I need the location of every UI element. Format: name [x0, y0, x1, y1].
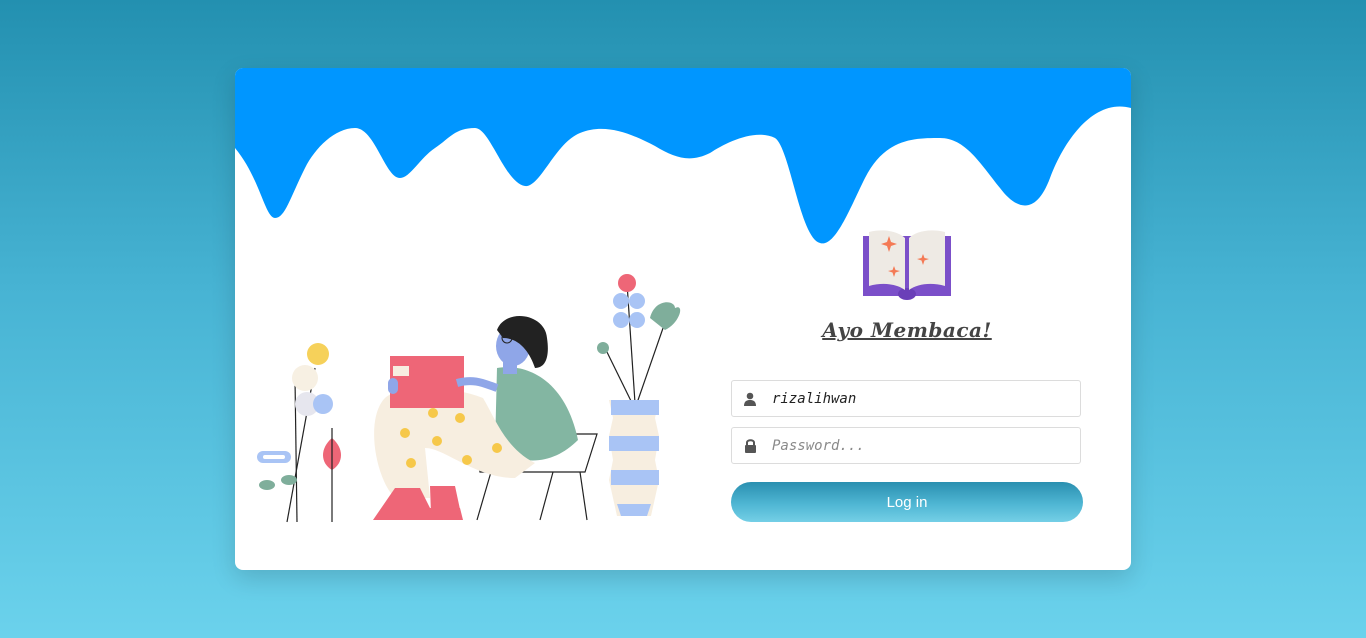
user-icon [732, 392, 768, 406]
login-button[interactable]: Log in [731, 482, 1083, 522]
username-input[interactable] [768, 381, 1080, 416]
lock-icon [732, 438, 768, 453]
vase-plant [597, 274, 681, 516]
left-plants [257, 343, 341, 523]
login-card: Ayo Membaca! Log in [235, 68, 1131, 570]
password-field[interactable] [731, 427, 1081, 464]
woman [373, 316, 578, 520]
reading-woman-illustration [257, 274, 681, 523]
brand-title: Ayo Membaca! [822, 318, 992, 342]
username-field[interactable] [731, 380, 1081, 417]
open-book-icon [863, 230, 951, 300]
password-input[interactable] [768, 428, 1080, 463]
